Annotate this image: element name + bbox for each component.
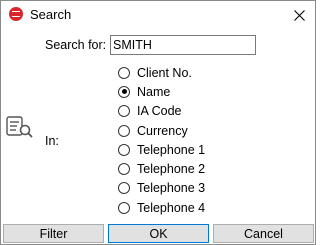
search-for-label: Search for: xyxy=(45,38,107,52)
option-currency[interactable]: Currency xyxy=(118,121,205,140)
option-label: IA Code xyxy=(137,104,182,119)
radio-button[interactable] xyxy=(118,105,130,118)
search-input[interactable] xyxy=(110,35,256,55)
option-ia-code[interactable]: IA Code xyxy=(118,102,205,121)
radio-button[interactable] xyxy=(118,143,130,156)
option-label: Client No. xyxy=(137,65,192,80)
search-field-options: Client No. Name IA Code Currency Telepho… xyxy=(118,63,205,217)
option-telephone-4[interactable]: Telephone 4 xyxy=(118,198,205,217)
radio-button[interactable] xyxy=(118,182,130,195)
option-label: Name xyxy=(137,84,171,99)
title-bar[interactable]: Search xyxy=(1,1,315,29)
option-name[interactable]: Name xyxy=(118,82,205,101)
radio-button[interactable] xyxy=(118,163,130,176)
window-title: Search xyxy=(30,7,72,22)
close-icon xyxy=(293,9,305,21)
radio-button[interactable] xyxy=(118,124,130,137)
option-telephone-2[interactable]: Telephone 2 xyxy=(118,159,205,178)
close-button[interactable] xyxy=(283,1,315,29)
option-client-no[interactable]: Client No. xyxy=(118,63,205,82)
option-telephone-1[interactable]: Telephone 1 xyxy=(118,140,205,159)
radio-button[interactable] xyxy=(118,66,130,79)
option-label: Telephone 2 xyxy=(137,162,206,177)
option-telephone-3[interactable]: Telephone 3 xyxy=(118,179,205,198)
option-label: Currency xyxy=(137,123,188,138)
option-label: Telephone 3 xyxy=(137,181,206,196)
search-dialog: Search Search for: In: Client No. Name xyxy=(0,0,316,245)
radio-button-selected[interactable] xyxy=(118,85,130,98)
radio-button[interactable] xyxy=(118,201,130,214)
option-label: Telephone 1 xyxy=(137,142,206,157)
app-icon xyxy=(9,7,23,21)
filter-button[interactable]: Filter xyxy=(3,224,104,243)
ok-button[interactable]: OK xyxy=(108,224,209,243)
in-label: In: xyxy=(45,134,59,148)
cancel-button[interactable]: Cancel xyxy=(213,224,314,243)
database-search-icon xyxy=(6,115,34,142)
option-label: Telephone 4 xyxy=(137,200,206,215)
